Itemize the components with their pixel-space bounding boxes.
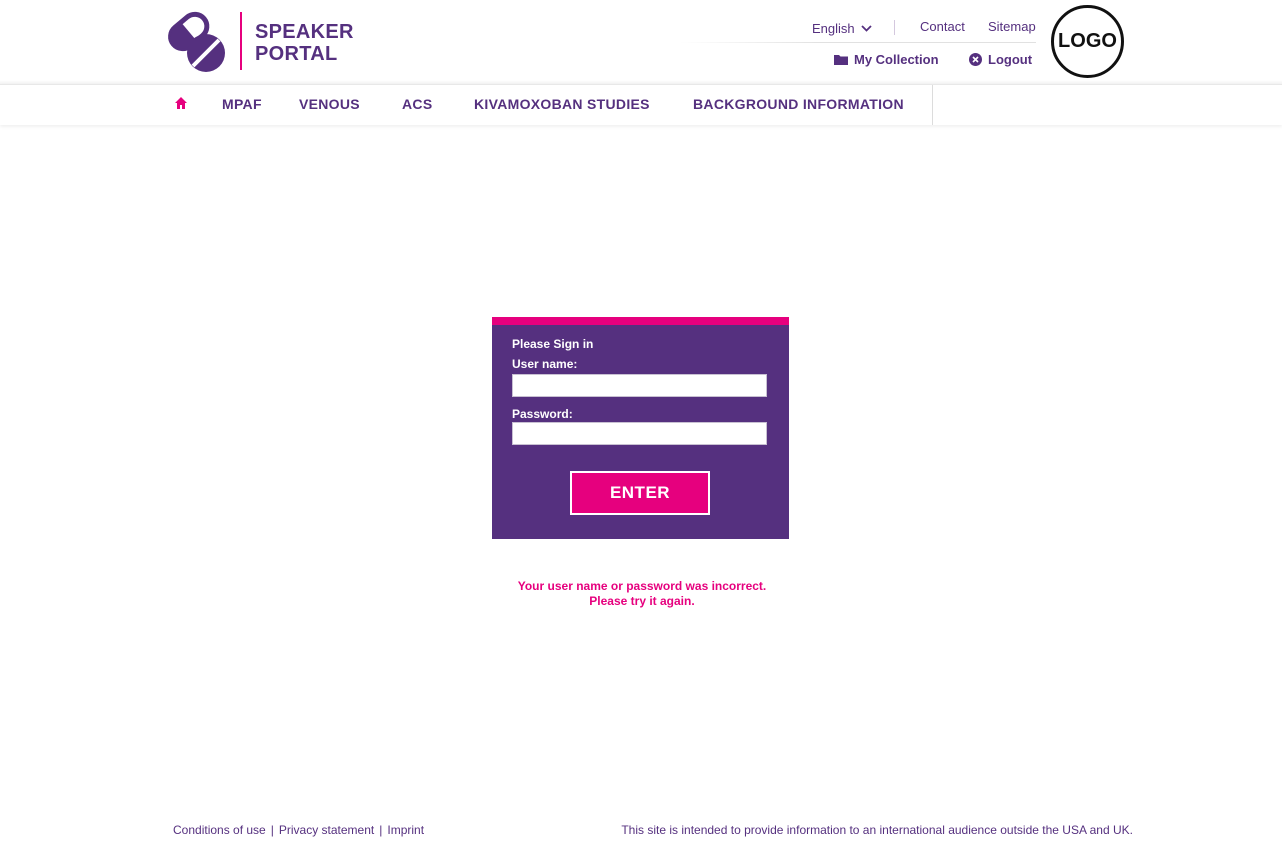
password-input[interactable] xyxy=(512,422,767,445)
nav-item-venous[interactable]: VENOUS xyxy=(299,96,360,112)
error-line-1: Your user name or password was incorrect… xyxy=(517,579,767,593)
language-label: English xyxy=(812,20,855,36)
footer-separator: | xyxy=(379,823,383,837)
username-input[interactable] xyxy=(512,374,767,397)
language-selector[interactable]: English xyxy=(812,19,872,37)
login-error-message: Your user name or password was incorrect… xyxy=(492,579,792,609)
nav-divider xyxy=(932,85,933,125)
nav-item-acs[interactable]: ACS xyxy=(402,96,432,112)
imprint-link[interactable]: Imprint xyxy=(387,823,424,837)
logout-link[interactable]: Logout xyxy=(969,50,1032,68)
brand-line-2: PORTAL xyxy=(255,43,338,65)
nav-item-mpaf[interactable]: MPAF xyxy=(222,96,262,112)
brand-divider xyxy=(240,12,242,70)
utility-separator xyxy=(894,20,895,35)
my-collection-label: My Collection xyxy=(854,51,939,67)
audience-disclaimer: This site is intended to provide informa… xyxy=(621,823,1133,837)
close-circle-icon xyxy=(969,52,982,66)
chevron-down-icon xyxy=(861,24,872,32)
header: SPEAKER PORTAL English Contact Sitemap M… xyxy=(0,0,1282,84)
password-label: Password: xyxy=(512,407,573,421)
nav-item-background-information[interactable]: BACKGROUND INFORMATION xyxy=(693,96,904,112)
error-line-2: Please try it again. xyxy=(589,594,695,608)
sitemap-link[interactable]: Sitemap xyxy=(988,19,1036,37)
conditions-of-use-link[interactable]: Conditions of use xyxy=(173,823,266,837)
privacy-statement-link[interactable]: Privacy statement xyxy=(279,823,374,837)
my-collection-link[interactable]: My Collection xyxy=(834,50,939,68)
brand-wordmark: SPEAKER PORTAL xyxy=(255,21,354,65)
enter-button[interactable]: ENTER xyxy=(570,471,710,515)
utility-divider xyxy=(680,42,1036,43)
login-accent-bar xyxy=(492,317,789,325)
pill-logo-icon xyxy=(168,11,225,72)
contact-link[interactable]: Contact xyxy=(920,19,965,37)
login-heading: Please Sign in xyxy=(512,337,594,351)
company-logo: LOGO xyxy=(1051,5,1124,78)
brand-line-1: SPEAKER xyxy=(255,21,354,43)
folder-icon xyxy=(834,54,848,65)
main-navigation: MPAF VENOUS ACS KIVAMOXOBAN STUDIES BACK… xyxy=(0,84,1282,125)
logout-label: Logout xyxy=(988,51,1033,67)
nav-item-kivamoxoban-studies[interactable]: KIVAMOXOBAN STUDIES xyxy=(474,96,650,112)
speaker-portal-logo[interactable]: SPEAKER PORTAL xyxy=(166,9,366,75)
footer-separator: | xyxy=(270,823,274,837)
login-panel: Please Sign in User name: Password: ENTE… xyxy=(492,317,789,539)
home-icon[interactable] xyxy=(174,96,188,110)
username-label: User name: xyxy=(512,357,578,371)
footer-links: Conditions of use | Privacy statement | … xyxy=(173,823,424,837)
